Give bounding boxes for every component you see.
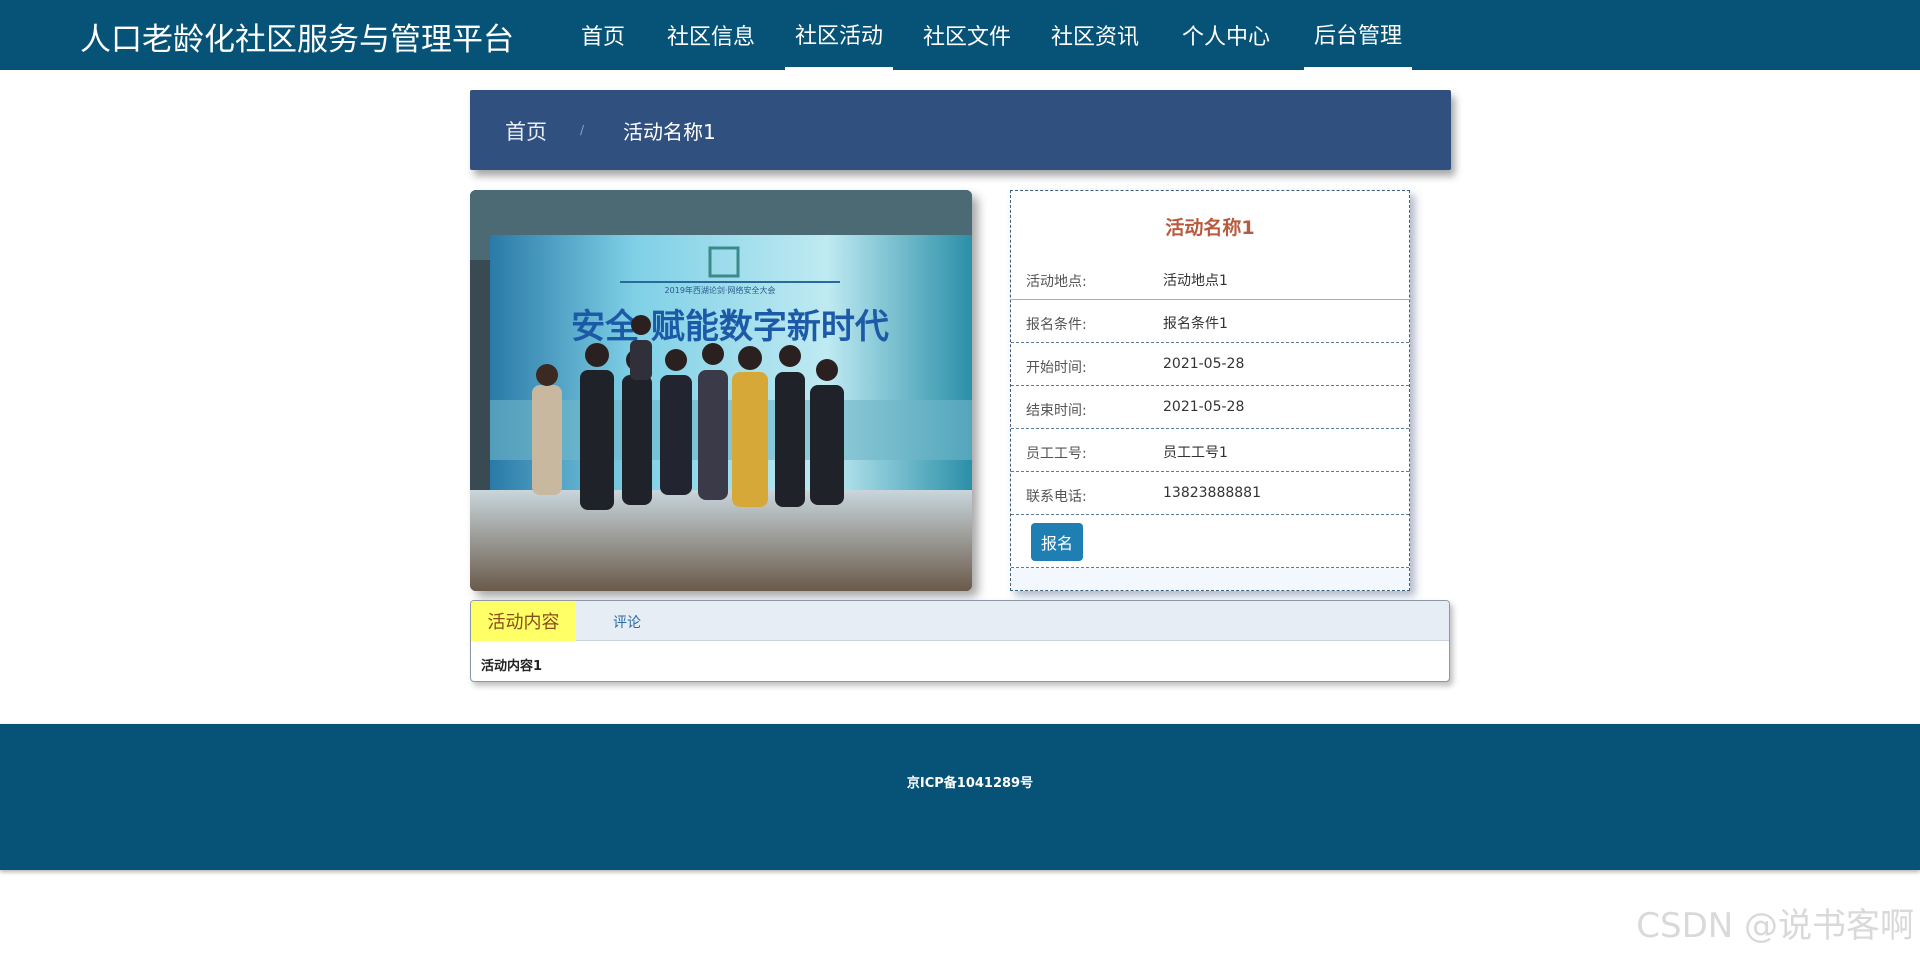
detail-label-start-time: 开始时间: <box>1026 360 1087 376</box>
detail-value-location: 活动地点1 <box>1163 273 1228 289</box>
signup-button[interactable]: 报名 <box>1031 523 1083 561</box>
breadcrumb-separator: / <box>580 123 585 137</box>
footer: 京ICP备1041289号 <box>0 724 1920 870</box>
detail-row-end-time: 结束时间: 2021-05-28 <box>1011 386 1409 429</box>
detail-panel-footer <box>1011 568 1409 590</box>
tabs-header: 活动内容 评论 <box>471 601 1449 641</box>
activity-photo: 2019年西湖论剑·网络安全大会 安全 赋能数字新时代 <box>470 190 972 591</box>
signup-row: 报名 <box>1011 516 1409 568</box>
nav-item-personal-center[interactable]: 个人中心 <box>1177 0 1275 70</box>
breadcrumb-current: 活动名称1 <box>623 120 716 144</box>
breadcrumb-home-link[interactable]: 首页 <box>505 116 547 146</box>
detail-row-employee-id: 员工工号: 员工工号1 <box>1011 429 1409 472</box>
detail-value-phone: 13823888881 <box>1163 485 1261 501</box>
nav-item-admin[interactable]: 后台管理 <box>1304 0 1412 70</box>
detail-row-condition: 报名条件: 报名条件1 <box>1011 300 1409 343</box>
detail-label-employee-id: 员工工号: <box>1026 446 1087 462</box>
tab-activity-content[interactable]: 活动内容 <box>471 601 576 641</box>
nav-item-home[interactable]: 首页 <box>570 0 636 70</box>
detail-label-location: 活动地点: <box>1026 274 1087 290</box>
detail-value-condition: 报名条件1 <box>1163 316 1228 332</box>
activity-title: 活动名称1 <box>1165 217 1255 239</box>
detail-row-start-time: 开始时间: 2021-05-28 <box>1011 343 1409 386</box>
detail-label-end-time: 结束时间: <box>1026 403 1087 419</box>
site-title[interactable]: 人口老龄化社区服务与管理平台 <box>80 14 514 59</box>
breadcrumb: 首页 / 活动名称1 <box>470 90 1451 170</box>
nav-item-community-files[interactable]: 社区文件 <box>918 0 1016 70</box>
tab-comments[interactable]: 评论 <box>613 612 641 632</box>
detail-row-phone: 联系电话: 13823888881 <box>1011 472 1409 515</box>
detail-value-end-time: 2021-05-28 <box>1163 399 1245 415</box>
photo-banner-subtitle: 2019年西湖论剑·网络安全大会 <box>665 285 776 295</box>
detail-label-condition: 报名条件: <box>1026 317 1087 333</box>
detail-value-start-time: 2021-05-28 <box>1163 356 1245 372</box>
activity-content-text: 活动内容1 <box>481 659 543 674</box>
nav-item-community-news[interactable]: 社区资讯 <box>1046 0 1144 70</box>
nav-item-community-info[interactable]: 社区信息 <box>662 0 760 70</box>
footer-icp: 京ICP备1041289号 <box>906 776 1034 791</box>
nav-item-community-activity[interactable]: 社区活动 <box>785 0 893 70</box>
activity-detail-panel: 活动名称1 活动地点: 活动地点1 报名条件: 报名条件1 开始时间: 2021… <box>1010 190 1410 591</box>
photo-banner-text: 安全 赋能数字新时代 <box>571 307 889 347</box>
detail-row-location: 活动地点: 活动地点1 <box>1011 257 1409 300</box>
detail-label-phone: 联系电话: <box>1026 489 1087 505</box>
activity-tabs-panel: 活动内容 评论 活动内容1 <box>470 600 1450 682</box>
csdn-watermark: CSDN @说书客啊 <box>1636 906 1914 946</box>
top-navbar: 人口老龄化社区服务与管理平台 首页 社区信息 社区活动 社区文件 社区资讯 个人… <box>0 0 1920 70</box>
detail-value-employee-id: 员工工号1 <box>1163 445 1228 461</box>
